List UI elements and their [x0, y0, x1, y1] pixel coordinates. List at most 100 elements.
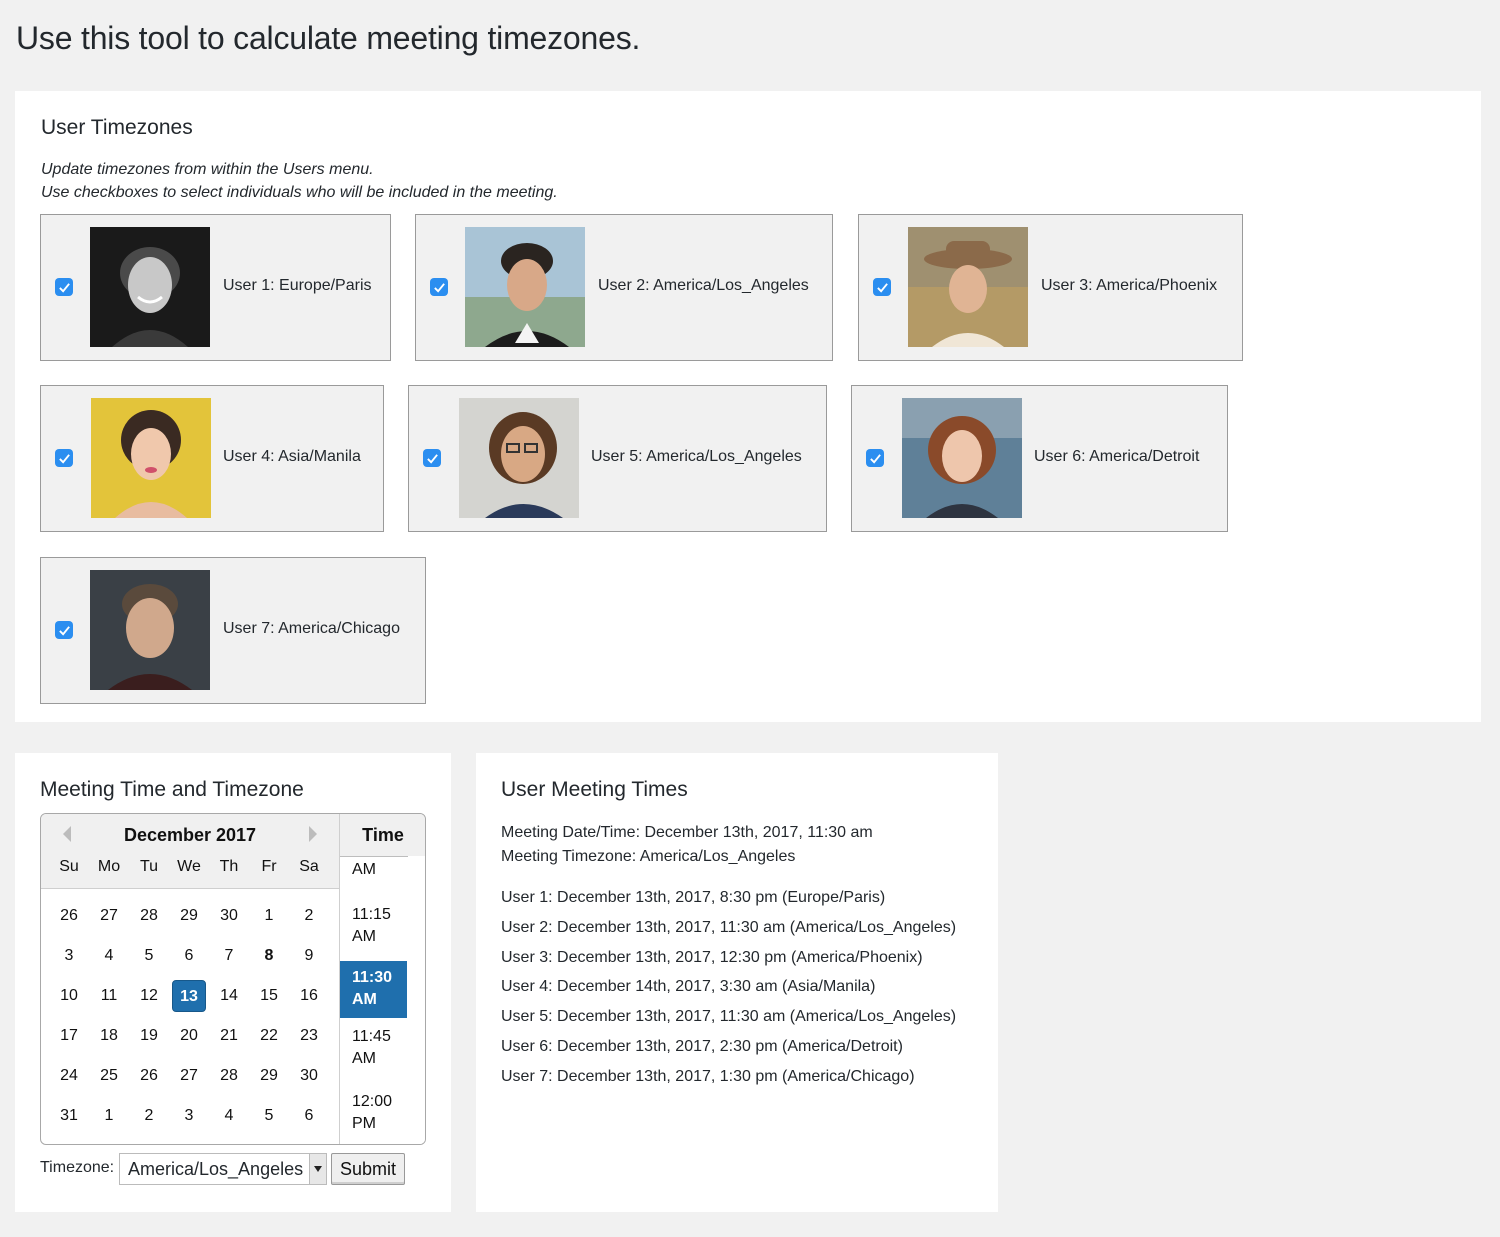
calendar-day[interactable]: 24: [52, 1060, 86, 1092]
calendar-day[interactable]: 5: [132, 940, 166, 972]
calendar-day[interactable]: 10: [52, 980, 86, 1012]
user-timezones-panel: User Timezones Update timezones from wit…: [15, 91, 1481, 722]
checkmark-icon: [58, 282, 70, 293]
calendar-day[interactable]: 9: [292, 940, 326, 972]
time-option-line: AM: [352, 991, 377, 1008]
time-option-line: 11:45: [352, 1028, 391, 1045]
calendar-day[interactable]: 4: [212, 1100, 246, 1132]
calendar-day[interactable]: 13: [172, 980, 206, 1012]
user-checkbox[interactable]: [873, 278, 891, 296]
calendar-day[interactable]: 5: [252, 1100, 286, 1132]
checkmark-icon: [869, 453, 881, 464]
user-meeting-times-list: User 1: December 13th, 2017, 8:30 pm (Eu…: [501, 883, 956, 1092]
meeting-timezone: Meeting Timezone: America/Los_Angeles: [501, 848, 796, 865]
user-label: User 5: America/Los_Angeles: [591, 448, 802, 465]
calendar-day[interactable]: 19: [132, 1020, 166, 1052]
calendar-day[interactable]: 29: [172, 900, 206, 932]
calendar-day[interactable]: 29: [252, 1060, 286, 1092]
avatar: [459, 398, 579, 518]
user-card: User 2: America/Los_Angeles: [415, 214, 833, 361]
user-checkbox[interactable]: [55, 621, 73, 639]
calendar-day[interactable]: 17: [52, 1020, 86, 1052]
calendar-day[interactable]: 21: [212, 1020, 246, 1052]
dropdown-arrow-icon: [309, 1154, 326, 1184]
user-label: User 7: America/Chicago: [223, 620, 400, 637]
next-month-arrow-icon[interactable]: [309, 826, 317, 842]
time-option-line: PM: [352, 1115, 376, 1132]
calendar-day[interactable]: 23: [292, 1020, 326, 1052]
calendar-day[interactable]: 28: [212, 1060, 246, 1092]
calendar-day[interactable]: 8: [252, 940, 286, 972]
user-checkbox[interactable]: [430, 278, 448, 296]
calendar-day[interactable]: 30: [212, 900, 246, 932]
time-option[interactable]: 12:00 PM: [340, 1091, 407, 1135]
calendar-day[interactable]: 2: [292, 900, 326, 932]
user-card: User 7: America/Chicago: [40, 557, 426, 704]
user-checkbox[interactable]: [423, 449, 441, 467]
user-meeting-time: User 5: December 13th, 2017, 11:30 am (A…: [501, 1008, 957, 1026]
user-label: User 2: America/Los_Angeles: [598, 277, 809, 294]
calendar-day[interactable]: 16: [292, 980, 326, 1012]
avatar: [908, 227, 1028, 347]
weekday-label: Th: [219, 858, 239, 875]
time-list-heading: Time: [340, 814, 425, 857]
calendar-day[interactable]: 3: [172, 1100, 206, 1132]
calendar-day[interactable]: 7: [212, 940, 246, 972]
calendar-day[interactable]: 6: [172, 940, 206, 972]
time-list-scrollbar[interactable]: [408, 856, 425, 1144]
calendar-day[interactable]: 30: [292, 1060, 326, 1092]
user-timezones-notes: Update timezones from within the Users m…: [41, 158, 558, 204]
user-checkbox[interactable]: [55, 278, 73, 296]
time-option-line: 12:00: [352, 1093, 393, 1110]
user-meeting-time: User 3: December 13th, 2017, 12:30 pm (A…: [501, 948, 923, 966]
calendar-day[interactable]: 14: [212, 980, 246, 1012]
time-list: Time AM 11:15 AM 11:30 AM 11:45 AM 12:00 PM: [339, 814, 425, 1144]
calendar-day[interactable]: 6: [292, 1100, 326, 1132]
time-option[interactable]: 11:15 AM: [340, 904, 407, 948]
user-meeting-times-panel: User Meeting Times Meeting Date/Time: De…: [476, 753, 998, 1212]
weekday-label: We: [177, 858, 201, 875]
calendar-day[interactable]: 25: [92, 1060, 126, 1092]
page-title: Use this tool to calculate meeting timez…: [16, 20, 641, 56]
calendar-day[interactable]: 27: [92, 900, 126, 932]
calendar-day[interactable]: 31: [52, 1100, 86, 1132]
user-meeting-time: User 2: December 13th, 2017, 11:30 am (A…: [501, 918, 957, 936]
weekday-label: Mo: [97, 858, 121, 875]
avatar: [465, 227, 585, 347]
calendar-day[interactable]: 26: [52, 900, 86, 932]
submit-button[interactable]: Submit: [331, 1153, 405, 1185]
checkmark-icon: [58, 625, 70, 636]
time-option[interactable]: 11:45 AM: [340, 1026, 407, 1070]
avatar: [902, 398, 1022, 518]
user-checkbox[interactable]: [55, 449, 73, 467]
time-option-line: 11:30: [352, 969, 393, 986]
calendar-day[interactable]: 18: [92, 1020, 126, 1052]
checkmark-icon: [58, 453, 70, 464]
calendar-day[interactable]: 15: [252, 980, 286, 1012]
calendar-day[interactable]: 12: [132, 980, 166, 1012]
time-option[interactable]: 11:30 AM: [340, 961, 407, 1018]
user-checkbox[interactable]: [866, 449, 884, 467]
calendar-day[interactable]: 4: [92, 940, 126, 972]
calendar-day[interactable]: 1: [92, 1100, 126, 1132]
calendar-day[interactable]: 2: [132, 1100, 166, 1132]
calendar-day[interactable]: 20: [172, 1020, 206, 1052]
calendar-header: December 2017 Su Mo Tu We Th Fr Sa: [41, 814, 339, 889]
timezone-select[interactable]: America/Los_Angeles: [119, 1153, 327, 1185]
meeting-date-time: Meeting Date/Time: December 13th, 2017, …: [501, 824, 873, 841]
calendar-day[interactable]: 26: [132, 1060, 166, 1092]
calendar-day[interactable]: 27: [172, 1060, 206, 1092]
weekday-label: Su: [59, 858, 79, 875]
calendar-day[interactable]: 28: [132, 900, 166, 932]
meeting-summary: Meeting Date/Time: December 13th, 2017, …: [501, 821, 873, 869]
avatar: [90, 570, 210, 690]
calendar-day[interactable]: 22: [252, 1020, 286, 1052]
user-meeting-times-heading: User Meeting Times: [501, 778, 688, 801]
calendar-day[interactable]: 11: [92, 980, 126, 1012]
weekday-label: Sa: [299, 858, 319, 875]
calendar-day[interactable]: 1: [252, 900, 286, 932]
time-option[interactable]: AM: [340, 859, 407, 881]
calendar-day[interactable]: 3: [52, 940, 86, 972]
time-option-line: 11:15: [352, 906, 391, 923]
timezone-label: Timezone:: [40, 1159, 115, 1176]
